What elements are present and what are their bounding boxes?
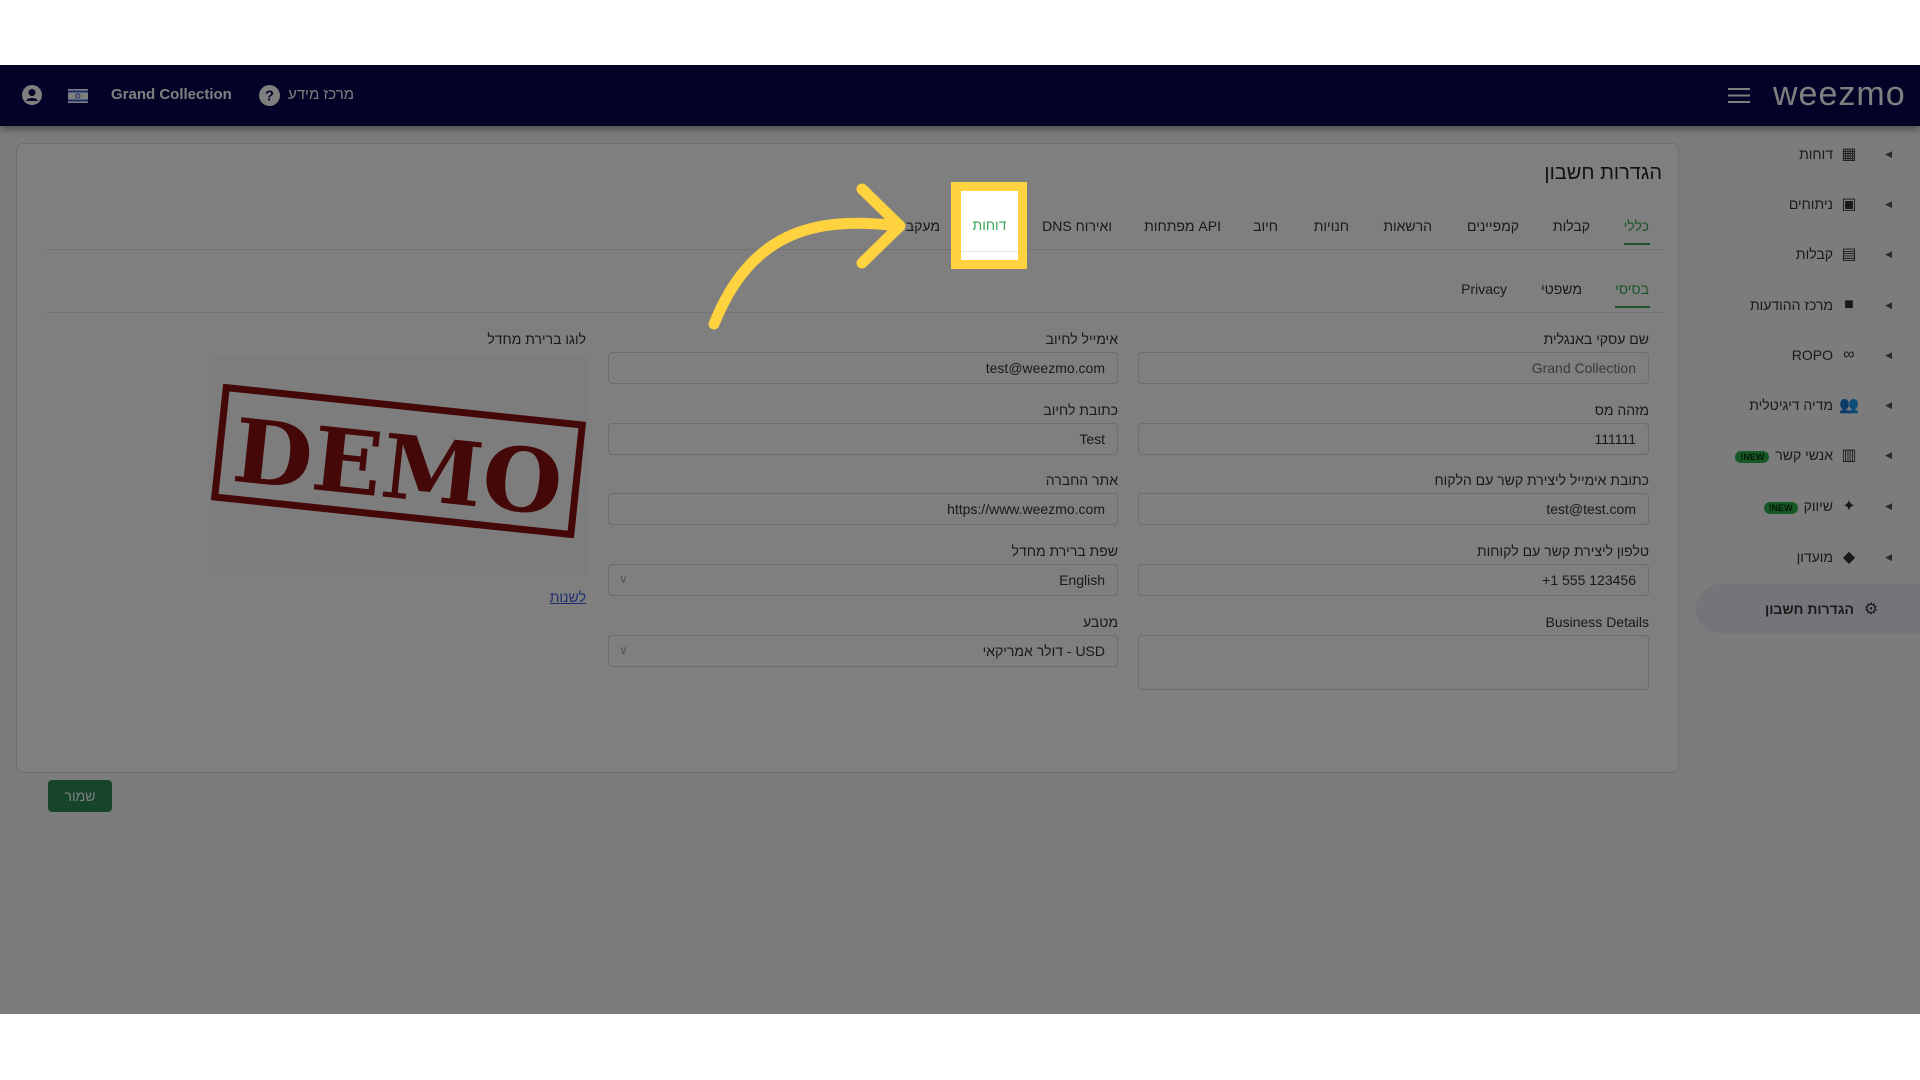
- highlighted-tab-container: דוחות: [961, 191, 1018, 260]
- highlight-box: דוחות: [951, 182, 1027, 269]
- tabs-divider-segment: [961, 251, 1018, 252]
- app: Grand Collection ? מרכז מידע weezmo הגדר…: [0, 65, 1920, 1014]
- tab-reports[interactable]: דוחות: [973, 217, 1007, 260]
